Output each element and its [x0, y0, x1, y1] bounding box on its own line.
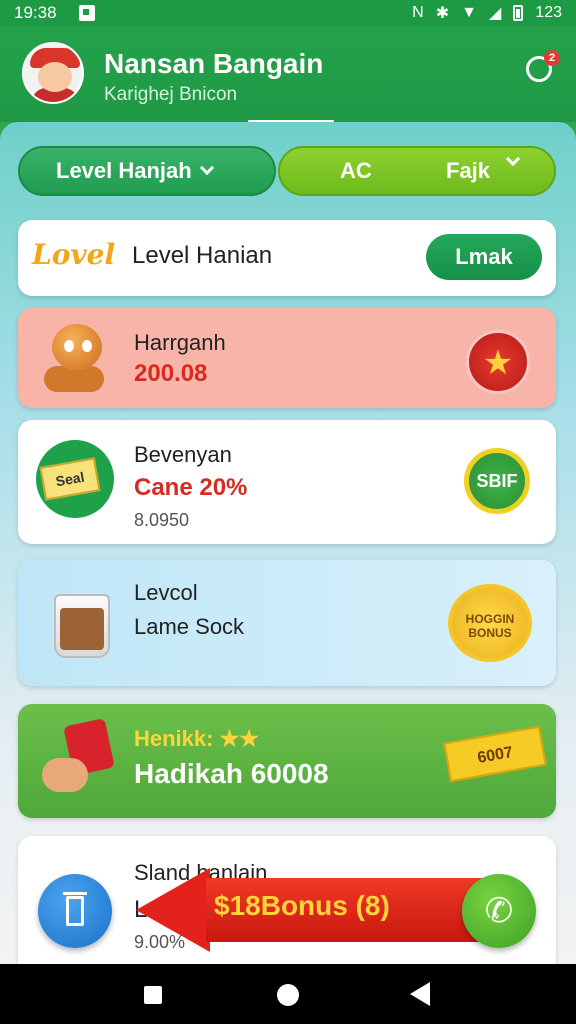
chat-badge: 2 [544, 50, 560, 66]
voucher-card[interactable]: Seal Bevenyan Cane 20% 8.0950 SBIF [18, 420, 556, 544]
notification-icon [78, 5, 95, 21]
category-filter-dropdown[interactable]: AC Fajk [278, 146, 556, 196]
star-badge-icon: ★ [466, 330, 530, 394]
category-filter-ac: AC [340, 158, 372, 183]
battery-icon [513, 5, 524, 21]
card-title: Level Hanian [132, 242, 273, 269]
chevron-down-icon [505, 151, 521, 167]
card-value: Hadikah 60008 [134, 758, 329, 789]
category-filter-label: Fajk [446, 158, 491, 183]
card-action-button[interactable]: Lmak [426, 234, 542, 280]
wifi-icon: ▼ [461, 4, 477, 21]
card-title: Harrganh [134, 330, 226, 355]
nfc-icon: N [412, 4, 424, 21]
home-button[interactable] [277, 984, 299, 1006]
app-title: Nansan Bangain [104, 48, 324, 79]
lovel-logo: Lovel [32, 238, 116, 271]
bonus-card[interactable]: Levcol Lame Sock HOGGIN BONUS [18, 560, 556, 686]
gold-badge-icon: HOGGIN BONUS [448, 584, 532, 662]
level-filter-dropdown[interactable]: Level Hanjah [18, 146, 276, 196]
ribbon-badge-icon: 6007 [443, 725, 547, 783]
bucket-icon [40, 578, 116, 662]
promo-card[interactable]: Henikk: ★★ Hadikah 60008 6007 [18, 704, 556, 818]
delete-button[interactable] [38, 874, 112, 948]
bluetooth-icon: ✱ [435, 5, 450, 22]
bonus-label: $18Bonus (8) [214, 890, 390, 921]
card-title: Henikk: ★★ [134, 726, 260, 751]
offer-card[interactable]: Harrganh 200.08 ★ [18, 308, 556, 408]
back-button[interactable] [410, 982, 430, 1006]
call-button[interactable]: ✆ [462, 874, 536, 948]
status-time: 19:38 [14, 3, 57, 22]
app-subtitle: Karighej Bnicon [104, 84, 238, 105]
avatar[interactable] [22, 42, 84, 104]
battery-text: 123 [535, 4, 562, 21]
card-subtext: 8.0950 [134, 510, 190, 530]
voucher-icon: Seal [36, 440, 114, 526]
trash-icon [63, 892, 87, 926]
chevron-down-icon [199, 160, 214, 176]
recents-button[interactable] [144, 986, 162, 1004]
card-title: Bevenyan [134, 442, 232, 467]
signal-icon: ◢ [488, 5, 502, 22]
card-value: Cane 20% [134, 474, 248, 501]
mascot-icon [38, 318, 110, 396]
status-bar: 19:38 N ✱ ▼ ◢ 123 [0, 0, 576, 26]
card-subtitle: Lame Sock [134, 614, 245, 639]
level-card[interactable]: Lovel Level Hanian Lmak [18, 220, 556, 296]
app-header: Nansan Bangain Karighej Bnicon 2 [0, 26, 576, 123]
seal-badge-icon: SBIF [464, 448, 530, 514]
main-content: Level Hanjah AC Fajk Lovel Level Hanian … [0, 122, 576, 964]
phone-icon: ✆ [484, 892, 514, 930]
chat-button[interactable]: 2 [522, 50, 560, 84]
card-title: Levcol [134, 580, 198, 605]
level-filter-label: Level Hanjah [56, 158, 192, 183]
system-nav-bar [0, 964, 576, 1024]
card-value: 200.08 [134, 360, 208, 387]
gift-box-icon [42, 718, 120, 800]
